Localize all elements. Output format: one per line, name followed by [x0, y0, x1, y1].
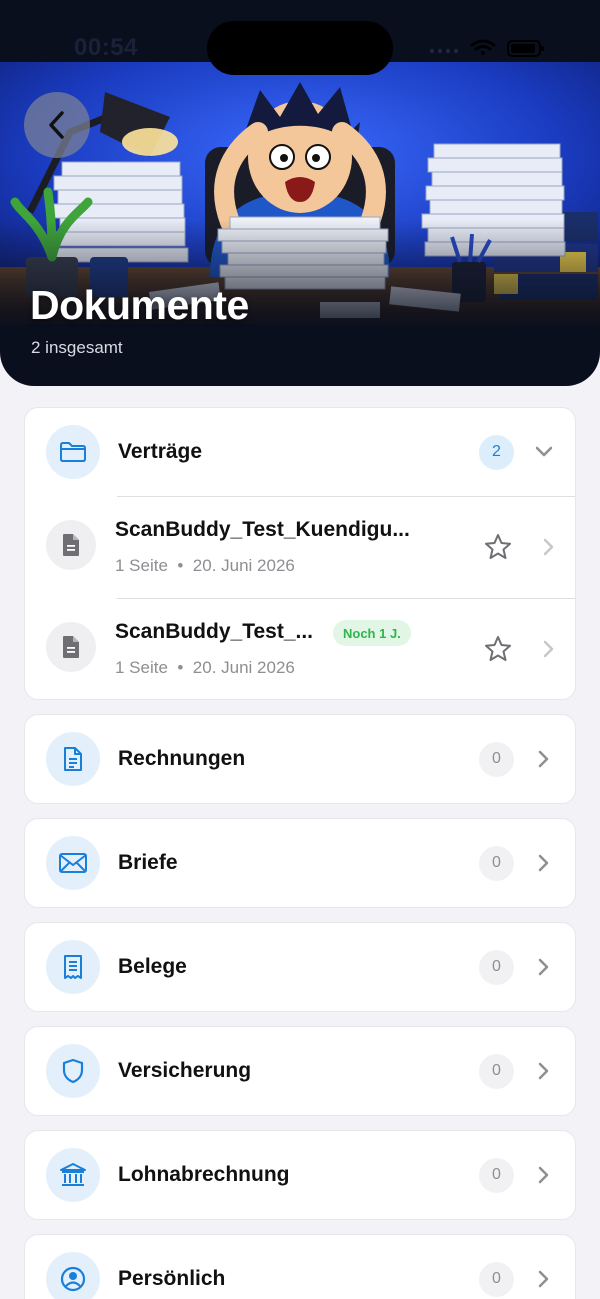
category-count-badge: 0: [479, 741, 514, 777]
divider: [117, 598, 575, 599]
expiry-badge: Noch 1 J.: [333, 620, 411, 646]
category-label: Rechnungen: [118, 747, 246, 770]
category-card-belege[interactable]: Belege 0: [24, 922, 576, 1012]
shield-icon: [46, 1044, 100, 1098]
category-label: Lohnabrechnung: [118, 1163, 290, 1186]
category-card-lohnabrechnung[interactable]: Lohnabrechnung 0: [24, 1130, 576, 1220]
document-meta: 1 Seite • 20. Juni 2026: [115, 556, 295, 575]
wifi-icon: [470, 39, 496, 55]
back-button[interactable]: [24, 92, 90, 158]
category-count-badge: 0: [479, 1261, 514, 1297]
chevron-right-icon: [535, 750, 553, 768]
signal-icon: [429, 48, 459, 54]
person-icon: [46, 1252, 100, 1299]
chevron-right-icon: [535, 1270, 553, 1288]
status-bar: 00:54: [0, 0, 600, 75]
receipt-icon: [46, 940, 100, 994]
header: 00:54 Dokumente 2 insgesamt: [0, 0, 600, 386]
chevron-right-icon: [543, 538, 554, 556]
star-icon[interactable]: [483, 634, 513, 664]
document-meta: 1 Seite • 20. Juni 2026: [115, 658, 295, 677]
category-card-persoenlich[interactable]: Persönlich 0: [24, 1234, 576, 1299]
chevron-right-icon: [543, 640, 554, 658]
folder-icon: [46, 425, 100, 479]
category-count-badge: 0: [479, 1157, 514, 1193]
category-count-badge: 0: [479, 1053, 514, 1089]
battery-icon: [507, 40, 544, 57]
category-card-vertraege: Verträge 2 ScanBuddy_Test_Kuendigu... 1 …: [24, 407, 576, 700]
document-icon: [46, 520, 96, 570]
category-label: Briefe: [118, 851, 178, 874]
document-icon: [46, 622, 96, 672]
chevron-right-icon: [535, 958, 553, 976]
category-label: Belege: [118, 955, 187, 978]
category-count-badge: 2: [479, 434, 514, 470]
chevron-right-icon: [535, 854, 553, 872]
chevron-down-icon[interactable]: [535, 443, 553, 461]
status-time: 00:54: [74, 34, 138, 61]
category-label: Verträge: [118, 440, 203, 463]
category-card-rechnungen[interactable]: Rechnungen 0: [24, 714, 576, 804]
category-count-badge: 0: [479, 949, 514, 985]
chevron-left-icon: [49, 111, 64, 139]
invoice-icon: [46, 732, 100, 786]
document-name: ScanBuddy_Test_...: [115, 620, 314, 643]
category-count-badge: 0: [479, 845, 514, 881]
category-label: Persönlich: [118, 1267, 226, 1290]
divider: [117, 496, 575, 497]
bank-icon: [46, 1148, 100, 1202]
category-card-versicherung[interactable]: Versicherung 0: [24, 1026, 576, 1116]
document-row[interactable]: ScanBuddy_Test_... Noch 1 J. 1 Seite • 2…: [25, 598, 575, 699]
star-icon[interactable]: [483, 532, 513, 562]
chevron-right-icon: [535, 1062, 553, 1080]
category-label: Versicherung: [118, 1059, 252, 1082]
document-total: 2 insgesamt: [31, 338, 123, 357]
category-card-briefe[interactable]: Briefe 0: [24, 818, 576, 908]
dynamic-island: [207, 21, 393, 75]
category-header-vertraege[interactable]: Verträge 2: [25, 408, 575, 496]
page-title: Dokumente: [30, 282, 249, 328]
envelope-icon: [46, 836, 100, 890]
chevron-right-icon: [535, 1166, 553, 1184]
document-name: ScanBuddy_Test_Kuendigu...: [115, 518, 410, 541]
document-row[interactable]: ScanBuddy_Test_Kuendigu... 1 Seite • 20.…: [25, 496, 575, 598]
status-icons: [429, 39, 544, 57]
